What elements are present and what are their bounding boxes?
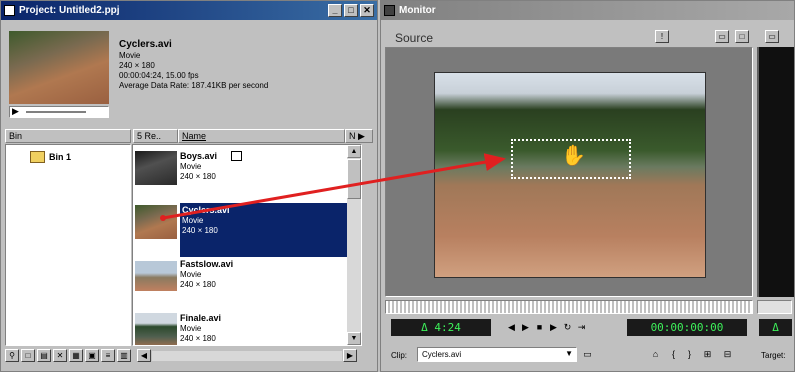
source-menu-icon[interactable]: ! — [655, 30, 669, 43]
bin-item[interactable]: Bin 1 — [30, 151, 71, 163]
preview-dims: 240 × 180 — [119, 61, 155, 70]
project-titlebar[interactable]: Project: Untitled2.ppj _ □ ✕ — [1, 1, 377, 20]
single-view-icon[interactable]: □ — [735, 30, 749, 43]
step-back-icon[interactable]: ◀ — [505, 320, 518, 335]
play-in-to-out-icon[interactable]: ⇥ — [575, 320, 588, 335]
clip-label: Clip: — [391, 351, 408, 360]
list-view-icon[interactable]: ≡ — [101, 349, 115, 362]
overlay-icon[interactable]: ⊟ — [721, 347, 734, 362]
clip-dropdown[interactable]: Cyclers.avi ▼ — [417, 347, 577, 362]
preview-type: Movie — [119, 51, 141, 60]
preview-thumbnail — [9, 31, 109, 104]
clip-row-cyclers[interactable]: Cyclers.avi Movie 240 × 180 — [180, 203, 347, 257]
project-window: Project: Untitled2.ppj _ □ ✕ ▶ Cyclers.a… — [0, 0, 378, 372]
trim-view-icon[interactable]: ▭ — [765, 30, 779, 43]
monitor-title: Monitor — [399, 5, 436, 16]
project-toolbar: ⚲ □ ▤ ✕ ▦ ▣ ≡ ▥ ◀ ▶ — [5, 349, 375, 365]
clip-row-finale[interactable]: Finale.avi Movie 240 × 180 — [133, 311, 347, 345]
project-window-icon — [4, 5, 15, 16]
monitor-window-icon — [384, 5, 395, 16]
target-label: Target: — [761, 351, 786, 360]
clip-row-boys[interactable]: Boys.avi Movie 240 × 180 — [133, 149, 347, 203]
monitor-window: Monitor Source ! ▭ □ ▭ ✋ Δ 4:24 ◀ ▶ ■ ▶ … — [380, 0, 795, 372]
source-label: Source — [395, 31, 434, 45]
source-viewer: ✋ — [385, 47, 753, 297]
delete-icon[interactable]: ✕ — [53, 349, 67, 362]
preview-rate: Average Data Rate: 187.41KB per second — [119, 81, 269, 90]
horizontal-scroll-right[interactable]: ▶ — [343, 349, 357, 362]
detail-view-icon[interactable]: ▥ — [117, 349, 131, 362]
new-item-icon[interactable]: ▤ — [37, 349, 51, 362]
take-video-icon[interactable]: ▭ — [581, 347, 594, 362]
program-ruler[interactable] — [757, 300, 792, 314]
set-in-icon[interactable]: ⌂ — [649, 347, 662, 362]
icon-view-icon[interactable]: ▦ — [69, 349, 83, 362]
close-button[interactable]: ✕ — [360, 4, 374, 17]
column-scroll-right-icon[interactable]: ▶ — [356, 131, 365, 141]
preview-scrubber[interactable]: ▶ — [9, 106, 109, 118]
minimize-button[interactable]: _ — [328, 4, 342, 17]
preview-name: Cyclers.avi — [119, 39, 172, 50]
source-timecode-display: 00:00:00:00 — [627, 319, 747, 336]
source-duration-display: Δ 4:24 — [391, 319, 491, 336]
preview-duration: 00:00:04:24, 15.00 fps — [119, 71, 199, 80]
mark-in-icon[interactable]: { — [667, 347, 680, 362]
mark-out-icon[interactable]: } — [683, 347, 696, 362]
find-icon[interactable]: ⚲ — [5, 349, 19, 362]
project-title: Project: Untitled2.ppj — [19, 5, 120, 16]
column-header-name[interactable]: Name — [178, 129, 345, 143]
insert-icon[interactable]: ⊞ — [701, 347, 714, 362]
column-header-bin[interactable]: Bin — [5, 129, 131, 143]
clip-thumbnail — [135, 313, 177, 345]
clip-list: Boys.avi Movie 240 × 180 Cyclers.avi Mov… — [132, 144, 362, 346]
clip-list-scrollbar[interactable]: ▲ ▼ — [347, 145, 361, 345]
clip-row-fastslow[interactable]: Fastslow.avi Movie 240 × 180 — [133, 257, 347, 311]
horizontal-scroll-left[interactable]: ◀ — [137, 349, 151, 362]
column-header-sequence[interactable]: 5 Re.. — [133, 129, 178, 143]
film-icon — [231, 151, 242, 161]
clip-thumbnail — [135, 205, 177, 239]
chevron-down-icon[interactable]: ▼ — [565, 349, 573, 358]
loop-icon[interactable]: ↻ — [561, 320, 574, 335]
source-ruler[interactable] — [385, 300, 753, 314]
clip-thumbnail — [135, 151, 177, 185]
new-bin-icon[interactable]: □ — [21, 349, 35, 362]
column-header-notes[interactable]: N ▶ — [345, 129, 373, 143]
dual-view-icon[interactable]: ▭ — [715, 30, 729, 43]
scroll-thumb[interactable] — [347, 159, 361, 199]
preview-info: Cyclers.avi Movie 240 × 180 00:00:04:24,… — [119, 39, 268, 91]
source-frame[interactable]: ✋ — [434, 72, 706, 278]
program-duration-display: Δ — [759, 319, 792, 336]
thumbnail-view-icon[interactable]: ▣ — [85, 349, 99, 362]
source-header: Source ! ▭ □ ▭ — [385, 29, 792, 45]
play-icon[interactable]: ▶ — [547, 320, 560, 335]
step-forward-icon[interactable]: ▶ — [519, 320, 532, 335]
monitor-titlebar[interactable]: Monitor — [381, 1, 794, 20]
folder-icon — [30, 151, 45, 163]
horizontal-scrollbar[interactable] — [152, 351, 342, 361]
play-icon[interactable]: ▶ — [12, 106, 19, 117]
scroll-down-button[interactable]: ▼ — [347, 332, 361, 345]
clip-thumbnail — [135, 261, 177, 291]
scroll-up-button[interactable]: ▲ — [347, 145, 361, 158]
program-viewer — [757, 47, 794, 297]
maximize-button[interactable]: □ — [344, 4, 358, 17]
stop-icon[interactable]: ■ — [533, 320, 546, 335]
bin-list: Bin 1 — [5, 144, 131, 346]
hand-cursor-icon: ✋ — [561, 145, 586, 167]
